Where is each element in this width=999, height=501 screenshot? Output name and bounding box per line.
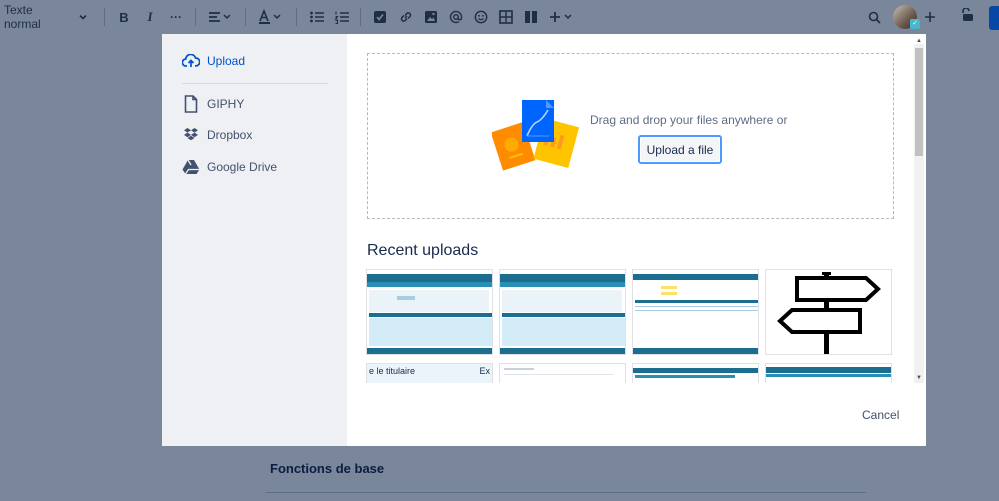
files-illustration-icon: [492, 100, 580, 171]
numbered-list-icon: [334, 11, 349, 24]
image-icon: [425, 11, 437, 23]
sidebar-divider: [182, 83, 328, 84]
bullet-list-button[interactable]: [308, 6, 326, 28]
recent-uploads-title: Recent uploads: [367, 242, 479, 259]
columns-layout-icon: [525, 11, 537, 23]
cancel-button[interactable]: Cancel: [862, 408, 899, 422]
more-formatting-button[interactable]: ···: [166, 6, 186, 28]
alignment-dropdown[interactable]: [206, 6, 234, 28]
dialog-sidebar: Upload GIPHY Dropbox Google Drive: [162, 34, 347, 446]
sidebar-item-label: Upload: [207, 54, 246, 68]
bold-button[interactable]: B: [116, 6, 132, 28]
plus-icon: [925, 12, 935, 22]
recent-upload-thumbnail[interactable]: [632, 363, 759, 383]
dialog-scrollbar[interactable]: ▲ ▼: [914, 38, 924, 383]
bullet-list-icon: [310, 11, 324, 23]
emoji-button[interactable]: [472, 6, 490, 28]
restrictions-button[interactable]: [960, 4, 976, 26]
sidebar-item-google-drive[interactable]: Google Drive: [182, 157, 277, 177]
upload-file-button[interactable]: Upload a file: [638, 135, 722, 164]
thumbnail-text: Ex: [479, 366, 490, 376]
sidebar-item-label: GIPHY: [207, 97, 245, 111]
numbered-list-button[interactable]: [333, 6, 351, 28]
recent-upload-thumbnail[interactable]: e le titulaire Ex: [366, 363, 493, 383]
sidebar-item-dropbox[interactable]: Dropbox: [182, 125, 252, 145]
scroll-down-arrow-icon[interactable]: ▼: [916, 375, 922, 381]
scroll-up-arrow-icon[interactable]: ▲: [916, 38, 922, 44]
toolbar-divider: [360, 8, 361, 26]
insert-more-dropdown[interactable]: [549, 6, 575, 28]
recent-upload-thumbnail[interactable]: [366, 269, 493, 355]
recent-upload-thumbnail[interactable]: [765, 269, 892, 355]
unlock-icon: [962, 8, 973, 21]
text-color-icon: [259, 9, 281, 24]
toolbar-divider: [296, 8, 297, 26]
file-dropzone[interactable]: Drag and drop your files anywhere or Upl…: [367, 53, 894, 219]
sidebar-item-label: Dropbox: [207, 128, 253, 142]
recent-upload-thumbnail[interactable]: [499, 363, 626, 383]
dropbox-icon: [182, 126, 200, 144]
chevron-down-icon: [79, 14, 87, 20]
at-mention-icon: [449, 10, 463, 24]
google-drive-icon: [182, 158, 200, 176]
task-button[interactable]: [371, 6, 389, 28]
plus-icon: [550, 12, 572, 22]
toolbar-divider: [104, 8, 105, 26]
recent-upload-thumbnail[interactable]: [632, 269, 759, 355]
sidebar-item-upload[interactable]: Upload: [182, 51, 245, 71]
document-table-border: [266, 492, 866, 493]
sidebar-item-label: Google Drive: [207, 160, 278, 174]
file-icon: [182, 95, 200, 113]
drop-instructions: Drag and drop your files anywhere or: [590, 113, 788, 127]
align-left-icon: [209, 12, 231, 22]
collaborator-badge: ✓: [910, 19, 920, 29]
italic-button[interactable]: I: [142, 6, 158, 28]
cloud-upload-icon: [182, 52, 200, 70]
invite-button[interactable]: [922, 6, 938, 28]
editor-toolbar: Texte normal B I ··· ✓: [0, 0, 999, 34]
table-button[interactable]: [497, 6, 515, 28]
link-icon: [400, 12, 412, 22]
sidebar-item-giphy[interactable]: GIPHY: [182, 94, 244, 114]
publish-button[interactable]: [989, 6, 999, 30]
emoji-icon: [474, 10, 488, 24]
image-button[interactable]: [422, 6, 440, 28]
table-icon: [499, 10, 513, 24]
text-color-dropdown[interactable]: [256, 6, 284, 28]
search-button[interactable]: [866, 6, 882, 28]
checkbox-icon: [374, 11, 386, 23]
insert-files-dialog: Upload GIPHY Dropbox Google Drive Drag a…: [162, 34, 926, 446]
signpost-icon: [777, 272, 881, 354]
toolbar-divider: [195, 8, 196, 26]
search-icon: [868, 11, 881, 24]
recent-uploads-grid: e le titulaire Ex: [366, 269, 894, 383]
layout-button[interactable]: [522, 6, 540, 28]
document-heading: Fonctions de base: [270, 461, 385, 476]
recent-upload-thumbnail[interactable]: [499, 269, 626, 355]
mention-button[interactable]: [447, 6, 465, 28]
text-style-dropdown[interactable]: Texte normal: [4, 3, 88, 31]
thumbnail-text: e le titulaire: [369, 366, 416, 376]
scrollbar-thumb[interactable]: [915, 48, 923, 156]
toolbar-divider: [245, 8, 246, 26]
text-style-label: Texte normal: [4, 3, 41, 31]
link-button[interactable]: [397, 6, 415, 28]
recent-upload-thumbnail[interactable]: [765, 363, 892, 383]
